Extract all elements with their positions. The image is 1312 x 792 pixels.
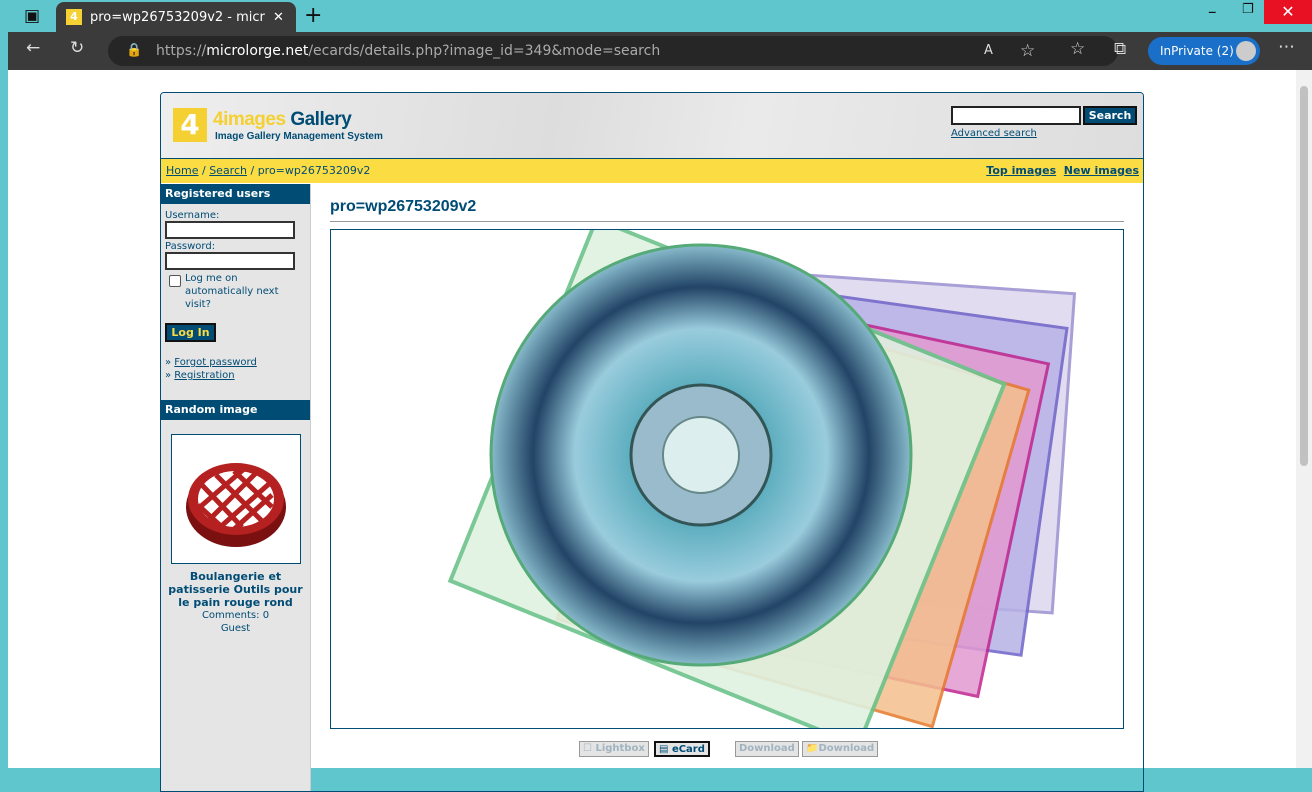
restore-icon[interactable]: ❐ <box>1242 2 1254 17</box>
close-tab-icon[interactable]: ✕ <box>273 10 284 25</box>
advanced-search-link[interactable]: Advanced search <box>951 128 1037 139</box>
username-field[interactable] <box>165 221 295 239</box>
avatar <box>1236 41 1256 61</box>
breadcrumb-home[interactable]: Home <box>166 164 198 177</box>
favorites-icon[interactable]: ☆ <box>1070 39 1085 59</box>
lightbox-button[interactable]: ☐ Lightbox <box>579 741 649 757</box>
search-button[interactable]: Search <box>1083 106 1137 125</box>
page-title: pro=wp26753209v2 <box>330 198 477 215</box>
read-aloud-icon[interactable]: A <box>984 36 993 66</box>
login-heading: Registered users <box>161 184 310 204</box>
tab-actions-icon[interactable]: ▣ <box>24 6 40 26</box>
download-button[interactable]: Download <box>735 741 799 757</box>
address-bar[interactable]: 🔒 https://microlorge.net/ecards/details.… <box>108 36 1118 66</box>
inprivate-button[interactable]: InPrivate (2) <box>1148 37 1260 65</box>
scrollbar-thumb[interactable] <box>1300 86 1308 466</box>
site-header: 4 4images Gallery Image Gallery Manageme… <box>161 93 1143 158</box>
random-image-thumbnail[interactable] <box>171 434 301 564</box>
login-button[interactable]: Log In <box>165 323 216 342</box>
random-image-title[interactable]: Boulangerie et patisserie Outils pour le… <box>161 570 310 609</box>
ecard-button[interactable]: ▤ eCard <box>654 741 710 757</box>
random-image-heading: Random image <box>161 400 310 420</box>
breadcrumb-search[interactable]: Search <box>209 164 247 177</box>
back-icon[interactable]: ← <box>26 38 40 58</box>
minimize-icon[interactable]: – <box>1208 2 1217 22</box>
logo-text: 4images Gallery <box>213 109 352 130</box>
breadcrumb: Home / Search / pro=wp26753209v2 Top ima… <box>161 158 1143 183</box>
new-tab-icon[interactable]: + <box>304 3 322 28</box>
logo-icon[interactable]: 4 <box>173 108 207 142</box>
logo-subtitle: Image Gallery Management System <box>215 131 383 142</box>
web-page: 4 4images Gallery Image Gallery Manageme… <box>8 70 1296 792</box>
lock-icon: 🔒 <box>126 43 143 58</box>
download-zip-button[interactable]: 📁Download <box>802 741 879 757</box>
password-field[interactable] <box>165 252 295 270</box>
gallery-container: 4 4images Gallery Image Gallery Manageme… <box>160 92 1144 792</box>
browser-toolbar: ← ↻ 🔒 https://microlorge.net/ecards/deta… <box>8 32 1312 70</box>
refresh-icon[interactable]: ↻ <box>70 38 84 58</box>
top-images-link[interactable]: Top images <box>986 164 1056 177</box>
collections-icon[interactable]: ⧉ <box>1114 39 1126 59</box>
forgot-password-link[interactable]: Forgot password <box>174 357 257 368</box>
sidebar: Registered users Username: Password: Log… <box>161 184 311 791</box>
page-scrollbar[interactable] <box>1296 70 1312 768</box>
favorite-add-icon[interactable]: ☆ <box>1020 36 1035 66</box>
new-images-link[interactable]: New images <box>1064 164 1139 177</box>
browser-tab[interactable]: 4 pro=wp26753209v2 - microlorge ✕ <box>56 2 296 32</box>
main-image[interactable] <box>330 216 1124 749</box>
search-input[interactable] <box>951 106 1081 125</box>
divider <box>330 221 1124 222</box>
tab-bar: ▣ 4 pro=wp26753209v2 - microlorge ✕ + – … <box>0 0 1312 32</box>
close-window-button[interactable]: ✕ <box>1264 0 1312 24</box>
remember-checkbox[interactable] <box>169 275 181 287</box>
favicon-icon: 4 <box>66 9 82 25</box>
registration-link[interactable]: Registration <box>174 370 234 381</box>
more-icon[interactable]: ⋯ <box>1278 37 1295 57</box>
